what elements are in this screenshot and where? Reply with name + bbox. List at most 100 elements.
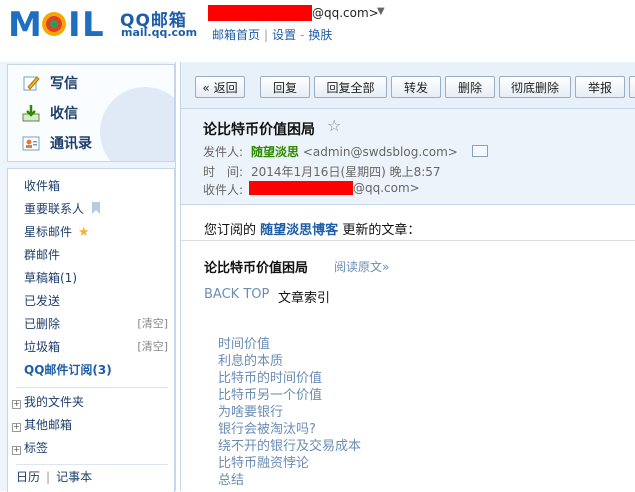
toc-item[interactable]: 比特币融资悖论 xyxy=(218,455,361,472)
brand-domain: mail.qq.com xyxy=(121,26,198,39)
header-link-skin[interactable]: 换肤 xyxy=(308,28,332,42)
toc-item[interactable]: 为啥要银行 xyxy=(218,404,361,421)
separator: - xyxy=(300,28,305,42)
sender-name[interactable]: 随望淡思 xyxy=(251,145,299,159)
back-button[interactable]: « 返回 xyxy=(195,76,245,98)
sender-email: <admin@swdsblog.com> xyxy=(302,145,458,159)
recipient-redaction xyxy=(249,181,353,195)
sidebar-inbox-check[interactable]: 收信 xyxy=(22,100,78,126)
intro-suffix: 更新的文章： xyxy=(342,223,421,238)
expand-plus-icon[interactable]: + xyxy=(12,423,21,432)
separator: | xyxy=(264,28,269,42)
permanent-delete-button[interactable]: 彻底删除 xyxy=(499,76,571,98)
recipient-email: @qq.com> xyxy=(353,181,420,195)
divider xyxy=(16,464,168,465)
svg-text:I: I xyxy=(68,5,81,42)
reply-button[interactable]: 回复 xyxy=(260,76,310,98)
tree-my-folders[interactable]: + 我的文件夹 xyxy=(12,392,84,412)
svg-text:M: M xyxy=(8,5,42,42)
forward-button[interactable]: 转发 xyxy=(391,76,441,98)
toc-item[interactable]: 比特币另一个价值 xyxy=(218,387,361,404)
folder-drafts[interactable]: 草稿箱(1) xyxy=(24,268,77,288)
report-button[interactable]: 举报 xyxy=(575,76,625,98)
folder-deleted[interactable]: 已删除 xyxy=(24,314,60,334)
delete-button[interactable]: 删除 xyxy=(445,76,495,98)
folder-group-mail[interactable]: 群邮件 xyxy=(24,245,60,265)
tree-my-folders-label: 我的文件夹 xyxy=(24,395,85,409)
toc-list: 时间价值 利息的本质 比特币的时间价值 比特币另一个价值 为啥要银行 银行会被淘… xyxy=(218,336,361,489)
toc-item[interactable]: 时间价值 xyxy=(218,336,361,353)
toc-title: 文章索引 xyxy=(278,291,331,306)
pencil-icon xyxy=(23,76,40,91)
more-button[interactable] xyxy=(629,76,635,98)
separator: | xyxy=(46,470,51,484)
folder-spam[interactable]: 垃圾箱 xyxy=(24,337,60,357)
folder-qq-subscriptions[interactable]: QQ邮件订阅(3) xyxy=(24,360,112,380)
star-icon: ★ xyxy=(77,225,90,240)
intro-prefix: 您订阅的 xyxy=(204,223,257,238)
mail-body: 您订阅的 随望淡思博客 更新的文章： 论比特币价值困局 阅读原文» BACK T… xyxy=(181,205,635,491)
folder-starred[interactable]: 星标邮件 ★ xyxy=(24,222,90,242)
time-value: 2014年1月16日(星期四) 晚上8:57 xyxy=(251,165,441,179)
read-original-link[interactable]: 阅读原文» xyxy=(334,258,389,275)
divider xyxy=(16,387,168,388)
header-link-home[interactable]: 邮箱首页 xyxy=(212,28,260,42)
mail-logo[interactable]: M I L xyxy=(8,2,112,42)
folder-inbox[interactable]: 收件箱 xyxy=(24,176,60,196)
toc-item[interactable]: 绕不开的银行及交易成本 xyxy=(218,438,361,455)
toc-item[interactable]: 银行会被淘汰吗? xyxy=(218,421,361,438)
folder-spam-clear-link[interactable]: [清空] xyxy=(137,337,168,357)
primary-actions: 写信 收信 通讯录 xyxy=(7,64,175,162)
contact-card-icon[interactable] xyxy=(472,145,488,157)
svg-text:L: L xyxy=(82,5,104,42)
contact-card-icon xyxy=(22,136,40,151)
toc-item[interactable]: 比特币的时间价值 xyxy=(218,370,361,387)
bookmark-icon xyxy=(91,202,100,214)
account-email[interactable]: @qq.com> xyxy=(312,6,379,20)
calendar-link[interactable]: 日历 xyxy=(16,470,40,484)
sidebar-bottom-links: 日历 | 记事本 xyxy=(16,468,92,485)
folder-list: 收件箱 重要联系人 星标邮件 ★ 群邮件 草稿箱(1) 已发送 已删除 [清空]… xyxy=(7,168,175,492)
folder-important-contacts[interactable]: 重要联系人 xyxy=(24,199,100,219)
sidebar-compose[interactable]: 写信 xyxy=(22,70,78,96)
from-value: 随望淡思 <admin@swdsblog.com> xyxy=(251,143,458,160)
toc-item[interactable]: 总结 xyxy=(218,472,361,489)
folder-starred-label: 星标邮件 xyxy=(24,225,73,239)
blog-name-link[interactable]: 随望淡思博客 xyxy=(260,223,338,238)
tree-other-mailboxes[interactable]: + 其他邮箱 xyxy=(12,415,72,435)
sidebar-contacts-label: 通讯录 xyxy=(50,136,92,152)
back-top-link[interactable]: BACK TOP xyxy=(204,287,269,302)
subscription-intro: 您订阅的 随望淡思博客 更新的文章： xyxy=(204,219,420,238)
from-label: 发件人: xyxy=(203,145,244,159)
expand-plus-icon[interactable]: + xyxy=(12,446,21,455)
sidebar-inbox-check-label: 收信 xyxy=(50,106,78,122)
qq-penguin-watermark-icon xyxy=(100,87,174,161)
article-title[interactable]: 论比特币价值困局 xyxy=(204,257,308,276)
account-dropdown-icon[interactable]: ▼ xyxy=(377,6,385,17)
mail-view: « 返回 回复 回复全部 转发 删除 彻底删除 举报 论比特币价值困局 ☆ 发件… xyxy=(180,62,635,491)
sidebar-contacts[interactable]: 通讯录 xyxy=(22,130,92,156)
account-redaction xyxy=(208,5,312,21)
tree-other-mailboxes-label: 其他邮箱 xyxy=(24,418,73,432)
tree-tags[interactable]: + 标签 xyxy=(12,438,48,458)
folder-deleted-clear-link[interactable]: [清空] xyxy=(137,314,168,334)
folder-sent[interactable]: 已发送 xyxy=(24,291,60,311)
star-outline-icon[interactable]: ☆ xyxy=(327,116,341,135)
folder-important-contacts-label: 重要联系人 xyxy=(24,202,85,216)
divider xyxy=(181,240,635,241)
mail-subject: 论比特币价值困局 xyxy=(203,122,315,138)
notebook-link[interactable]: 记事本 xyxy=(56,470,92,484)
sidebar-compose-label: 写信 xyxy=(50,76,78,92)
mail-toolbar: « 返回 回复 回复全部 转发 删除 彻底删除 举报 xyxy=(181,62,635,109)
inbox-download-icon xyxy=(22,105,40,122)
header-link-settings[interactable]: 设置 xyxy=(272,28,296,42)
toc-item[interactable]: 利息的本质 xyxy=(218,353,361,370)
tree-tags-label: 标签 xyxy=(24,441,49,455)
reply-all-button[interactable]: 回复全部 xyxy=(314,76,387,98)
top-header: M I L QQ邮箱 mail.qq.com @qq.com> ▼ 邮箱首页 | 设… xyxy=(0,0,635,62)
mail-header: 论比特币价值困局 ☆ 发件人: 随望淡思 <admin@swdsblog.com… xyxy=(181,109,635,205)
expand-plus-icon[interactable]: + xyxy=(12,400,21,409)
header-links: 邮箱首页 | 设置 - 换肤 xyxy=(212,26,332,43)
time-label: 时 间: xyxy=(203,165,244,179)
sidebar: 写信 收信 通讯录 收件箱 重要联系人 星标邮件 ★ 群邮件 草稿箱(1) 已发… xyxy=(0,62,176,492)
